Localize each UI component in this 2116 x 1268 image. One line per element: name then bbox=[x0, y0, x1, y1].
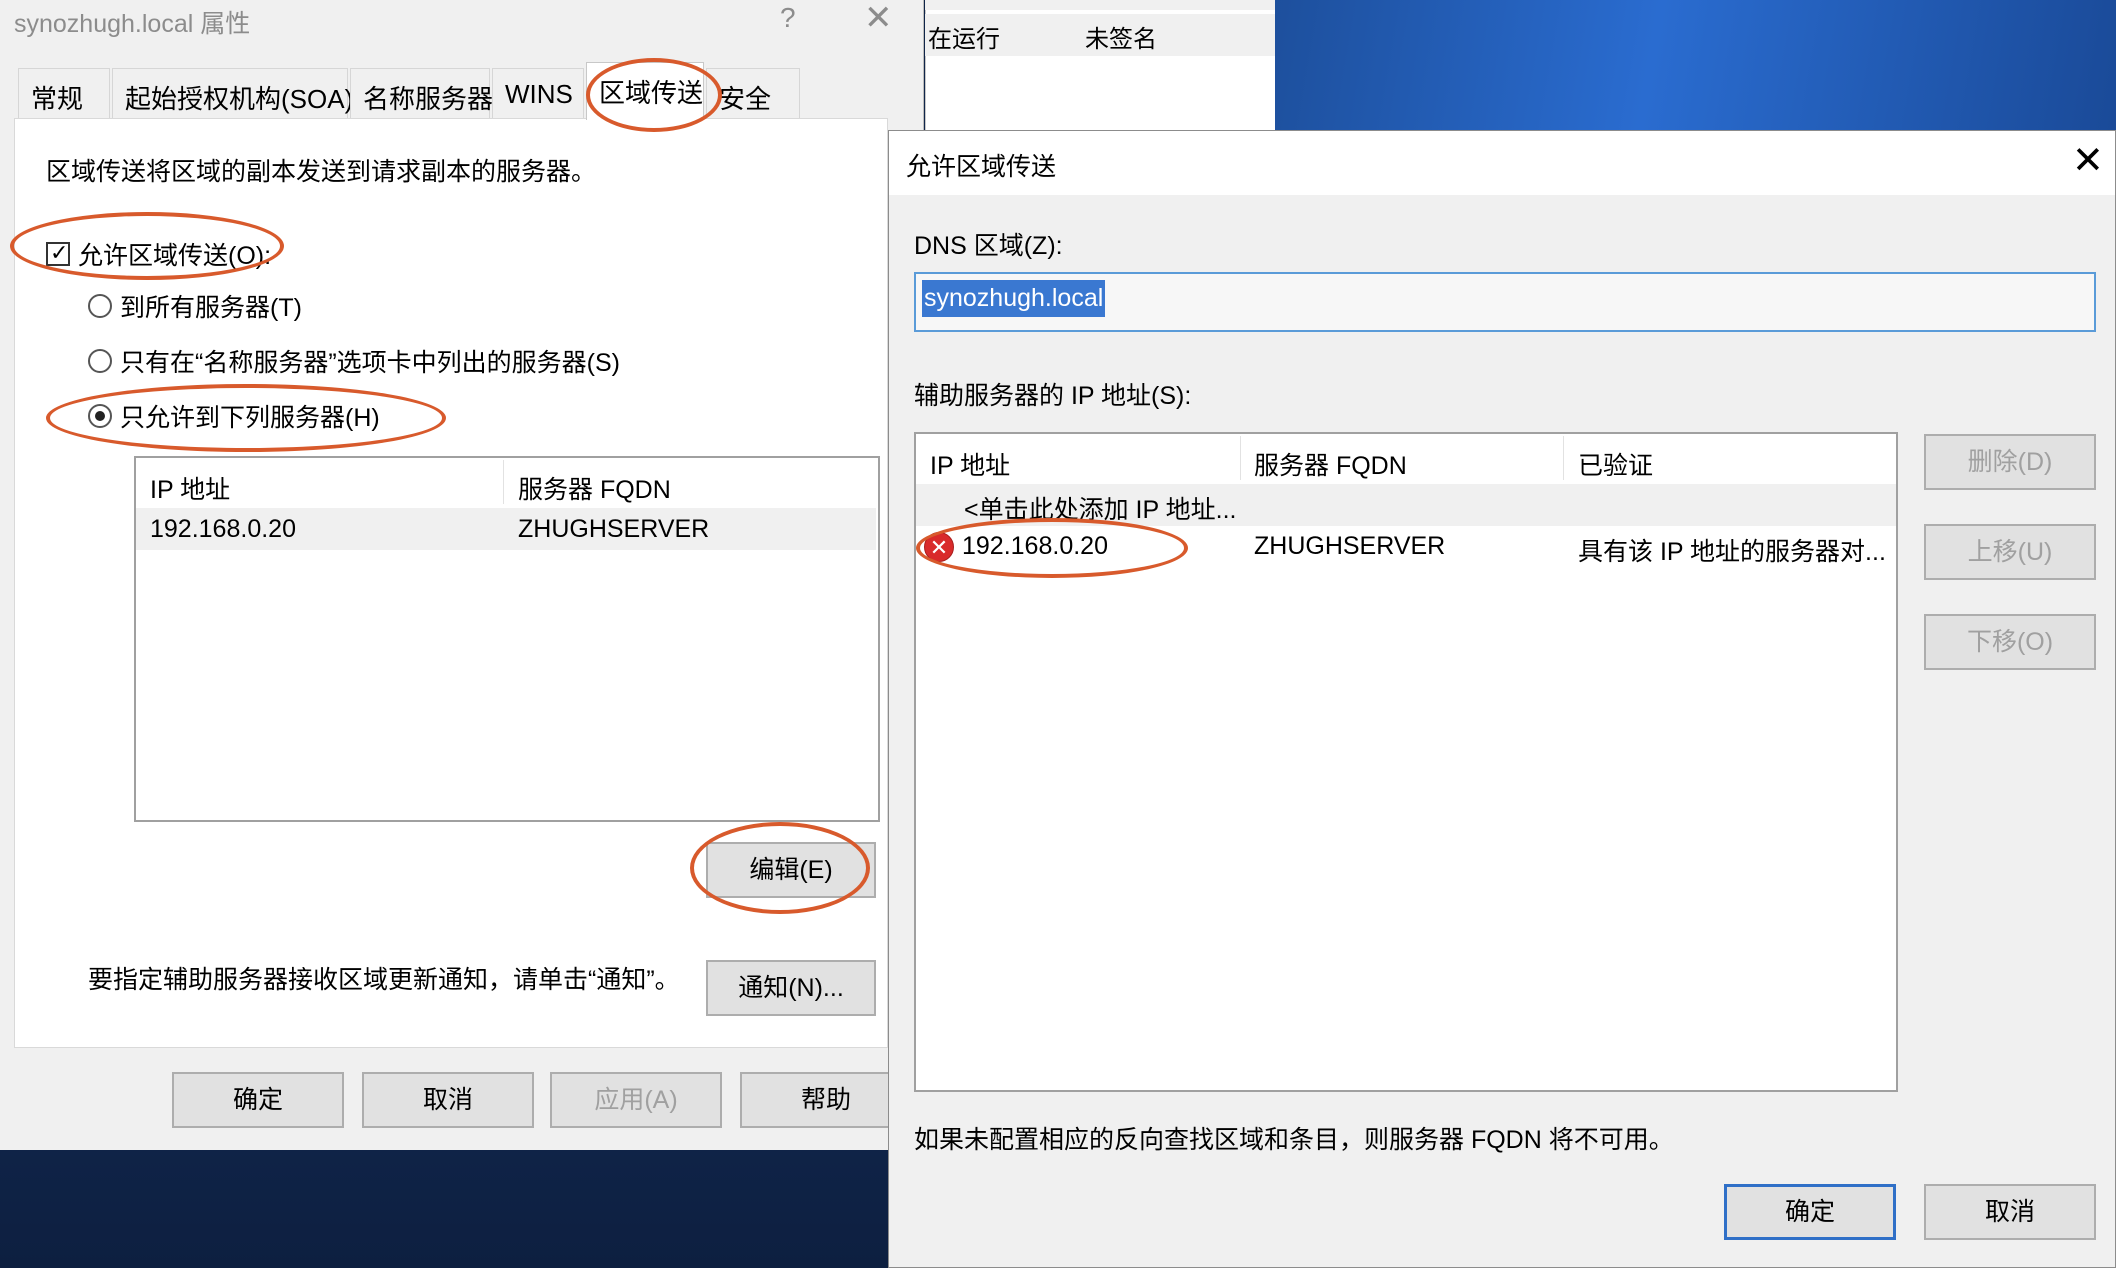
notify-hint: 要指定辅助服务器接收区域更新通知，请单击“通知”。 bbox=[88, 966, 680, 994]
ok-button[interactable]: 确定 bbox=[172, 1072, 344, 1128]
check-icon: ✓ bbox=[50, 240, 69, 265]
notify-button[interactable]: 通知(N)... bbox=[706, 960, 876, 1016]
close-icon[interactable]: ✕ bbox=[864, 0, 893, 38]
background-row-signing: 未签名 bbox=[1085, 26, 1157, 53]
properties-dialog-title: synozhugh.local 属性 bbox=[14, 10, 251, 38]
radio-all-servers-label: 到所有服务器(T) bbox=[120, 294, 302, 322]
tab-soa[interactable]: 起始授权机构(SOA) bbox=[112, 68, 353, 118]
help-button[interactable]: 帮助 bbox=[740, 1072, 912, 1128]
reverse-lookup-note: 如果未配置相应的反向查找区域和条目，则服务器 FQDN 将不可用。 bbox=[914, 1126, 1674, 1154]
background-list-row-partial bbox=[925, 0, 1275, 10]
radio-name-servers-tab[interactable] bbox=[88, 349, 112, 373]
edit-button[interactable]: 编辑(E) bbox=[706, 842, 876, 898]
radio-selected-dot bbox=[95, 411, 105, 421]
radio-following-servers[interactable] bbox=[88, 404, 112, 428]
column-header-verified[interactable]: 已验证 bbox=[1578, 446, 1653, 482]
transfer-cancel-button[interactable]: 取消 bbox=[1924, 1184, 2096, 1240]
add-ip-placeholder: <单击此处添加 IP 地址... bbox=[964, 496, 1237, 524]
row-ip: 192.168.0.20 bbox=[150, 515, 296, 543]
tab-security[interactable]: 安全 bbox=[706, 68, 800, 118]
allowed-servers-header bbox=[136, 458, 878, 506]
tab-zone-transfers[interactable]: 区域传送 bbox=[586, 62, 704, 120]
background-row-status: 在运行 bbox=[928, 26, 1000, 53]
zone-transfer-description: 区域传送将区域的副本发送到请求副本的服务器。 bbox=[46, 158, 597, 186]
allow-transfers-checkbox[interactable]: ✓ bbox=[46, 240, 70, 266]
tab-name-servers[interactable]: 名称服务器 bbox=[350, 68, 493, 118]
dns-zone-label: DNS 区域(Z): bbox=[914, 232, 1063, 260]
close-icon[interactable]: ✕ bbox=[2072, 138, 2104, 183]
allow-transfers-label: 允许区域传送(O): bbox=[78, 242, 272, 270]
row-ip: 192.168.0.20 bbox=[962, 532, 1108, 560]
transfer-dialog-titlebar[interactable] bbox=[889, 131, 2115, 195]
column-divider[interactable] bbox=[503, 460, 504, 504]
error-icon: ✕ bbox=[924, 532, 954, 562]
column-header-fqdn[interactable]: 服务器 FQDN bbox=[518, 470, 671, 506]
column-divider[interactable] bbox=[1240, 436, 1241, 480]
help-icon[interactable]: ? bbox=[780, 2, 796, 34]
column-divider[interactable] bbox=[1563, 436, 1564, 480]
move-down-button[interactable]: 下移(O) bbox=[1924, 614, 2096, 670]
row-fqdn: ZHUGHSERVER bbox=[518, 515, 710, 543]
column-header-ip[interactable]: IP 地址 bbox=[150, 470, 230, 506]
row-fqdn: ZHUGHSERVER bbox=[1254, 532, 1446, 560]
dns-zone-value: synozhugh.local bbox=[922, 280, 1106, 317]
radio-all-servers[interactable] bbox=[88, 294, 112, 318]
transfer-dialog-title: 允许区域传送 bbox=[906, 153, 1057, 181]
secondary-servers-label: 辅助服务器的 IP 地址(S): bbox=[914, 382, 1192, 410]
row-verified: 具有该 IP 地址的服务器对... bbox=[1578, 538, 1886, 566]
move-up-button[interactable]: 上移(U) bbox=[1924, 524, 2096, 580]
tab-general[interactable]: 常规 bbox=[18, 68, 110, 118]
column-header-fqdn[interactable]: 服务器 FQDN bbox=[1254, 446, 1407, 482]
cancel-button[interactable]: 取消 bbox=[362, 1072, 534, 1128]
tab-wins[interactable]: WINS bbox=[492, 68, 584, 118]
delete-button[interactable]: 删除(D) bbox=[1924, 434, 2096, 490]
radio-following-servers-label: 只允许到下列服务器(H) bbox=[120, 404, 380, 432]
radio-name-servers-tab-label: 只有在“名称服务器”选项卡中列出的服务器(S) bbox=[120, 349, 620, 377]
transfer-ok-button[interactable]: 确定 bbox=[1724, 1184, 1896, 1240]
desktop-wallpaper-glow bbox=[1270, 0, 2116, 140]
column-header-ip[interactable]: IP 地址 bbox=[930, 446, 1010, 482]
apply-button[interactable]: 应用(A) bbox=[550, 1072, 722, 1128]
